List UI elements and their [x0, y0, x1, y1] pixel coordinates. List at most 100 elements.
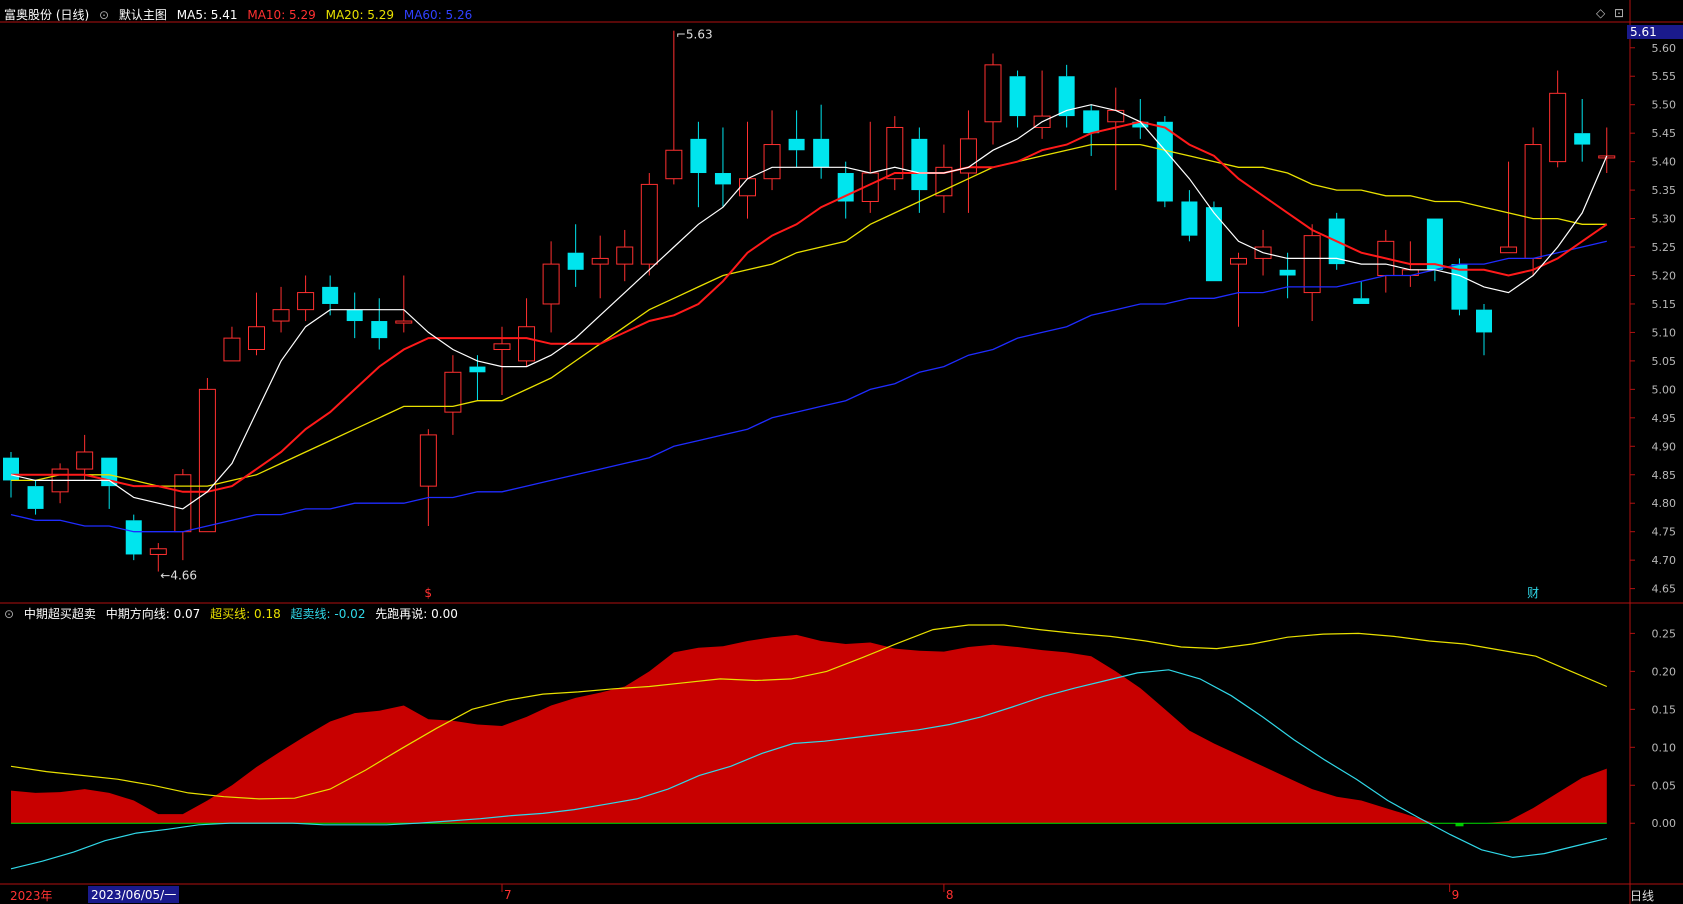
ma5-label: MA5: 5.41 [176, 8, 238, 22]
candle-body-up [223, 337, 241, 362]
candle-body-down [788, 138, 805, 151]
indicator-tick-label: 0.25 [1652, 627, 1677, 640]
candle-body-up [665, 149, 683, 180]
candle-body-up [763, 144, 781, 180]
price-tick-label: 4.65 [1652, 583, 1677, 596]
direction-line-label: 中期方向线: 0.07 [105, 607, 201, 621]
ma5-line [10, 104, 1608, 510]
candle-body-up [272, 309, 290, 322]
candle-body-down [1574, 133, 1591, 145]
price-tick-label: 4.80 [1652, 497, 1677, 510]
candle-body-up [640, 183, 658, 265]
indicator-axis: 0.25 0.20 0.15 0.10 0.05 0.00 [1630, 627, 1676, 830]
price-tick-label: 5.10 [1652, 326, 1677, 339]
candle-body-down [837, 173, 854, 202]
candle-body-up [542, 263, 560, 305]
ma60-label: MA60: 5.26 [403, 8, 473, 22]
ma20-line [11, 143, 1607, 487]
candle-body-up [174, 474, 192, 533]
price-tick-label: 5.30 [1652, 213, 1677, 226]
candle-body-down [1426, 218, 1443, 270]
candle-body-down [714, 173, 731, 185]
candle-body-up [149, 548, 167, 555]
moving-averages [10, 104, 1608, 533]
candle-body-up [198, 388, 216, 533]
indicator-panel [10, 624, 1608, 870]
candle-body-up [248, 326, 265, 351]
candle-body-up [1230, 257, 1247, 265]
ma10-label: MA10: 5.29 [247, 8, 316, 22]
stock-chart[interactable]: 7 8 9 5.60 5.55 5.50 5.45 5.40 5.35 5.30 5.25 5.20… [0, 0, 1683, 904]
indicator-tick-label: 0.20 [1652, 665, 1677, 678]
candle-body-up [1107, 109, 1125, 123]
cursor-date: 2023/06/05/一 [88, 886, 180, 903]
indicator-tick-label: 0.05 [1652, 779, 1677, 792]
timeframe-label[interactable]: 日线 [1630, 887, 1654, 904]
main-header: 富奥股份 (日线) ⊙ 默认主图 MA5: 5.41 MA10: 5.29 MA… [4, 6, 478, 23]
candle-body-down [1451, 264, 1468, 310]
candle-body-down [1083, 110, 1100, 134]
year-label: 2023年 [10, 889, 53, 903]
overbought-label: 超买线: 0.18 [210, 607, 281, 621]
candle-body-up [1500, 246, 1518, 254]
candle-body-up [419, 434, 437, 487]
oversold-label: 超卖线: -0.02 [290, 607, 366, 621]
price-tick-label: 5.55 [1652, 70, 1677, 83]
candle-body-down [346, 309, 363, 322]
stock-title[interactable]: 富奥股份 (日线) [4, 8, 89, 22]
candle-body-down [322, 286, 339, 304]
price-tick-label: 4.95 [1652, 412, 1677, 425]
candle-body-down [813, 138, 830, 168]
candle-body-down [567, 252, 584, 270]
price-tick-label: 4.70 [1652, 554, 1677, 567]
price-tick-label: 5.35 [1652, 184, 1677, 197]
candle-body-up [886, 126, 904, 180]
candle-body-up [1303, 235, 1321, 294]
template-label[interactable]: 默认主图 [119, 8, 167, 22]
high-price-label: ⌐5.63 [676, 28, 713, 42]
price-tick-label: 5.25 [1652, 241, 1677, 254]
chevron-down-icon[interactable]: ⊙ [99, 8, 109, 22]
dividend-marker: $ [424, 586, 432, 600]
candle-body-up [76, 451, 94, 470]
candle-body-down [371, 321, 388, 339]
candle-body-up [739, 178, 756, 197]
price-tick-label: 4.75 [1652, 526, 1677, 539]
candle-body-down [1205, 207, 1222, 282]
candle-body-up [297, 292, 315, 311]
candle-body-up [984, 64, 1002, 123]
price-tick-label: 4.90 [1652, 440, 1677, 453]
price-tick-label: 5.45 [1652, 127, 1677, 140]
candle-body-down [911, 138, 928, 191]
candle-body-up [1524, 144, 1542, 259]
month-label: 7 [504, 888, 512, 902]
direction-area [11, 634, 1607, 824]
price-tick-label: 5.00 [1652, 383, 1677, 396]
candle-body-up [518, 326, 536, 362]
candle-body-up [616, 246, 634, 265]
ma60-line [10, 240, 1607, 533]
diamond-icon[interactable]: ◇ [1596, 6, 1605, 20]
candle-body-up [591, 257, 609, 265]
price-tick-label: 5.40 [1652, 156, 1677, 169]
menu-icon[interactable]: ⊡ [1614, 6, 1624, 20]
candle-body-down [1353, 298, 1370, 304]
month-label: 9 [1452, 888, 1460, 902]
candle-body-down [1181, 201, 1198, 236]
candle-body-down [1279, 269, 1296, 276]
candle-body-up [395, 320, 413, 324]
candle-body-down [1009, 76, 1026, 117]
last-price-tag: 5.61 [1627, 25, 1683, 39]
candle-body-up [493, 343, 511, 351]
price-tick-label: 5.15 [1652, 298, 1677, 311]
indicator-tick-label: 0.10 [1652, 741, 1677, 754]
indicator-menu-icon[interactable]: ⊙ [4, 607, 14, 621]
price-axis: 5.60 5.55 5.50 5.45 5.40 5.35 5.30 5.25 5.20 5.15… [1630, 42, 1676, 596]
earnings-marker: 财 [1527, 586, 1539, 600]
candle-body-up [1549, 92, 1567, 163]
indicator-title[interactable]: 中期超买超卖 [24, 607, 96, 621]
candle-body-down [690, 138, 707, 174]
candle-body-down [469, 366, 486, 373]
candle-body-down [1476, 309, 1492, 333]
annotations: ⌐5.63 ←4.66 $ 财 [160, 28, 1539, 600]
